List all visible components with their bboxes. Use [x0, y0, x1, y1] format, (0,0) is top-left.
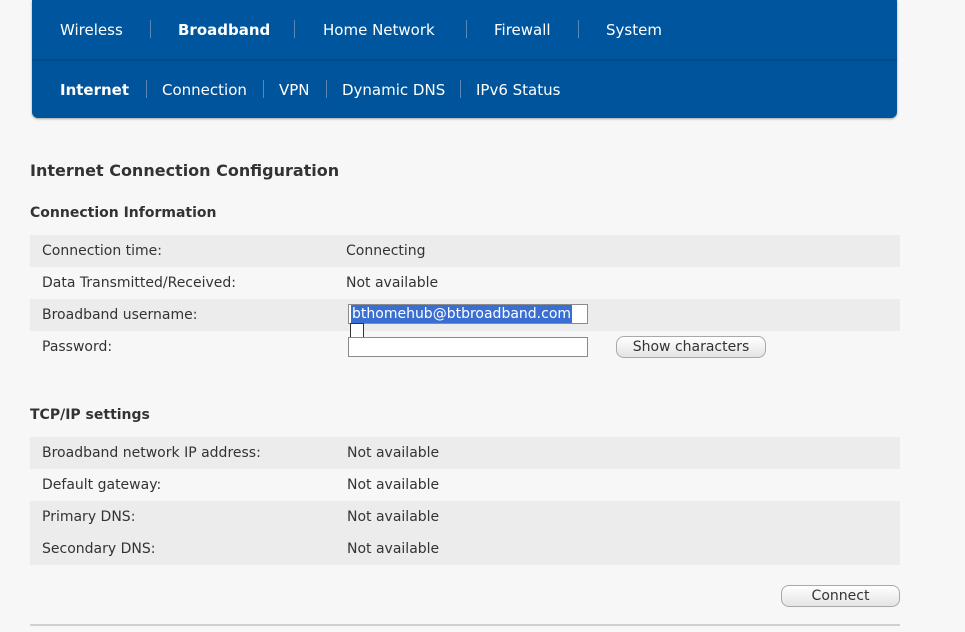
bottom-divider: [30, 624, 900, 626]
table-row: Broadband network IP address: Not availa…: [30, 437, 900, 469]
nav-separator: [460, 80, 461, 98]
show-characters-button[interactable]: Show characters: [616, 336, 766, 358]
secondary-dns-label: Secondary DNS:: [42, 541, 156, 557]
connection-info-table: Connection time: Connecting Data Transmi…: [30, 235, 900, 363]
connection-time-label: Connection time:: [42, 243, 163, 259]
table-row: Password: Show characters: [30, 331, 900, 363]
data-transmitted-value: Not available: [346, 275, 439, 291]
secondary-dns-value: Not available: [347, 541, 440, 557]
default-gateway-label: Default gateway:: [42, 477, 162, 493]
password-label: Password:: [42, 339, 113, 355]
table-row: Default gateway: Not available: [30, 469, 900, 501]
nav-separator: [150, 20, 151, 38]
nav-firewall[interactable]: Firewall: [494, 0, 551, 59]
subnav-internet[interactable]: Internet: [60, 61, 129, 118]
nav-separator: [466, 20, 467, 38]
primary-dns-value: Not available: [347, 509, 440, 525]
nav-separator: [263, 80, 264, 98]
primary-dns-label: Primary DNS:: [42, 509, 136, 525]
subnav-ipv6-status[interactable]: IPv6 Status: [476, 61, 560, 118]
table-row: Data Transmitted/Received: Not available: [30, 267, 900, 299]
username-selected-text: bthomehub@btbroadband.com: [351, 305, 573, 323]
table-row: Secondary DNS: Not available: [30, 533, 900, 565]
nav-separator: [146, 80, 147, 98]
nav-wireless[interactable]: Wireless: [60, 0, 123, 59]
main-nav-bar: Wireless Broadband Home Network Firewall…: [32, 0, 897, 59]
ip-address-label: Broadband network IP address:: [42, 445, 261, 461]
connection-info-heading: Connection Information: [30, 205, 217, 221]
data-transmitted-label: Data Transmitted/Received:: [42, 275, 237, 291]
connect-button[interactable]: Connect: [781, 585, 900, 607]
default-gateway-value: Not available: [347, 477, 440, 493]
nav-broadband[interactable]: Broadband: [178, 0, 270, 59]
nav-separator: [294, 20, 295, 38]
top-navigation: Wireless Broadband Home Network Firewall…: [32, 0, 897, 118]
subnav-connection[interactable]: Connection: [162, 61, 247, 118]
table-row: Broadband username: bthomehub@btbroadban…: [30, 299, 900, 341]
page-title: Internet Connection Configuration: [30, 161, 340, 180]
nav-separator: [578, 20, 579, 38]
connection-time-value: Connecting: [346, 243, 426, 259]
username-label: Broadband username:: [42, 307, 198, 323]
nav-home-network[interactable]: Home Network: [323, 0, 435, 59]
table-row: Connection time: Connecting: [30, 235, 900, 267]
subnav-dynamic-dns[interactable]: Dynamic DNS: [342, 61, 445, 118]
nav-system[interactable]: System: [606, 0, 662, 59]
ip-address-value: Not available: [347, 445, 440, 461]
tcpip-table: Broadband network IP address: Not availa…: [30, 437, 900, 565]
subnav-vpn[interactable]: VPN: [279, 61, 310, 118]
tcpip-heading: TCP/IP settings: [30, 407, 150, 423]
table-row: Primary DNS: Not available: [30, 501, 900, 533]
username-input[interactable]: bthomehub@btbroadband.com: [348, 304, 588, 341]
password-input[interactable]: [348, 337, 588, 357]
nav-separator: [326, 80, 327, 98]
sub-nav-bar: Internet Connection VPN Dynamic DNS IPv6…: [32, 61, 897, 118]
